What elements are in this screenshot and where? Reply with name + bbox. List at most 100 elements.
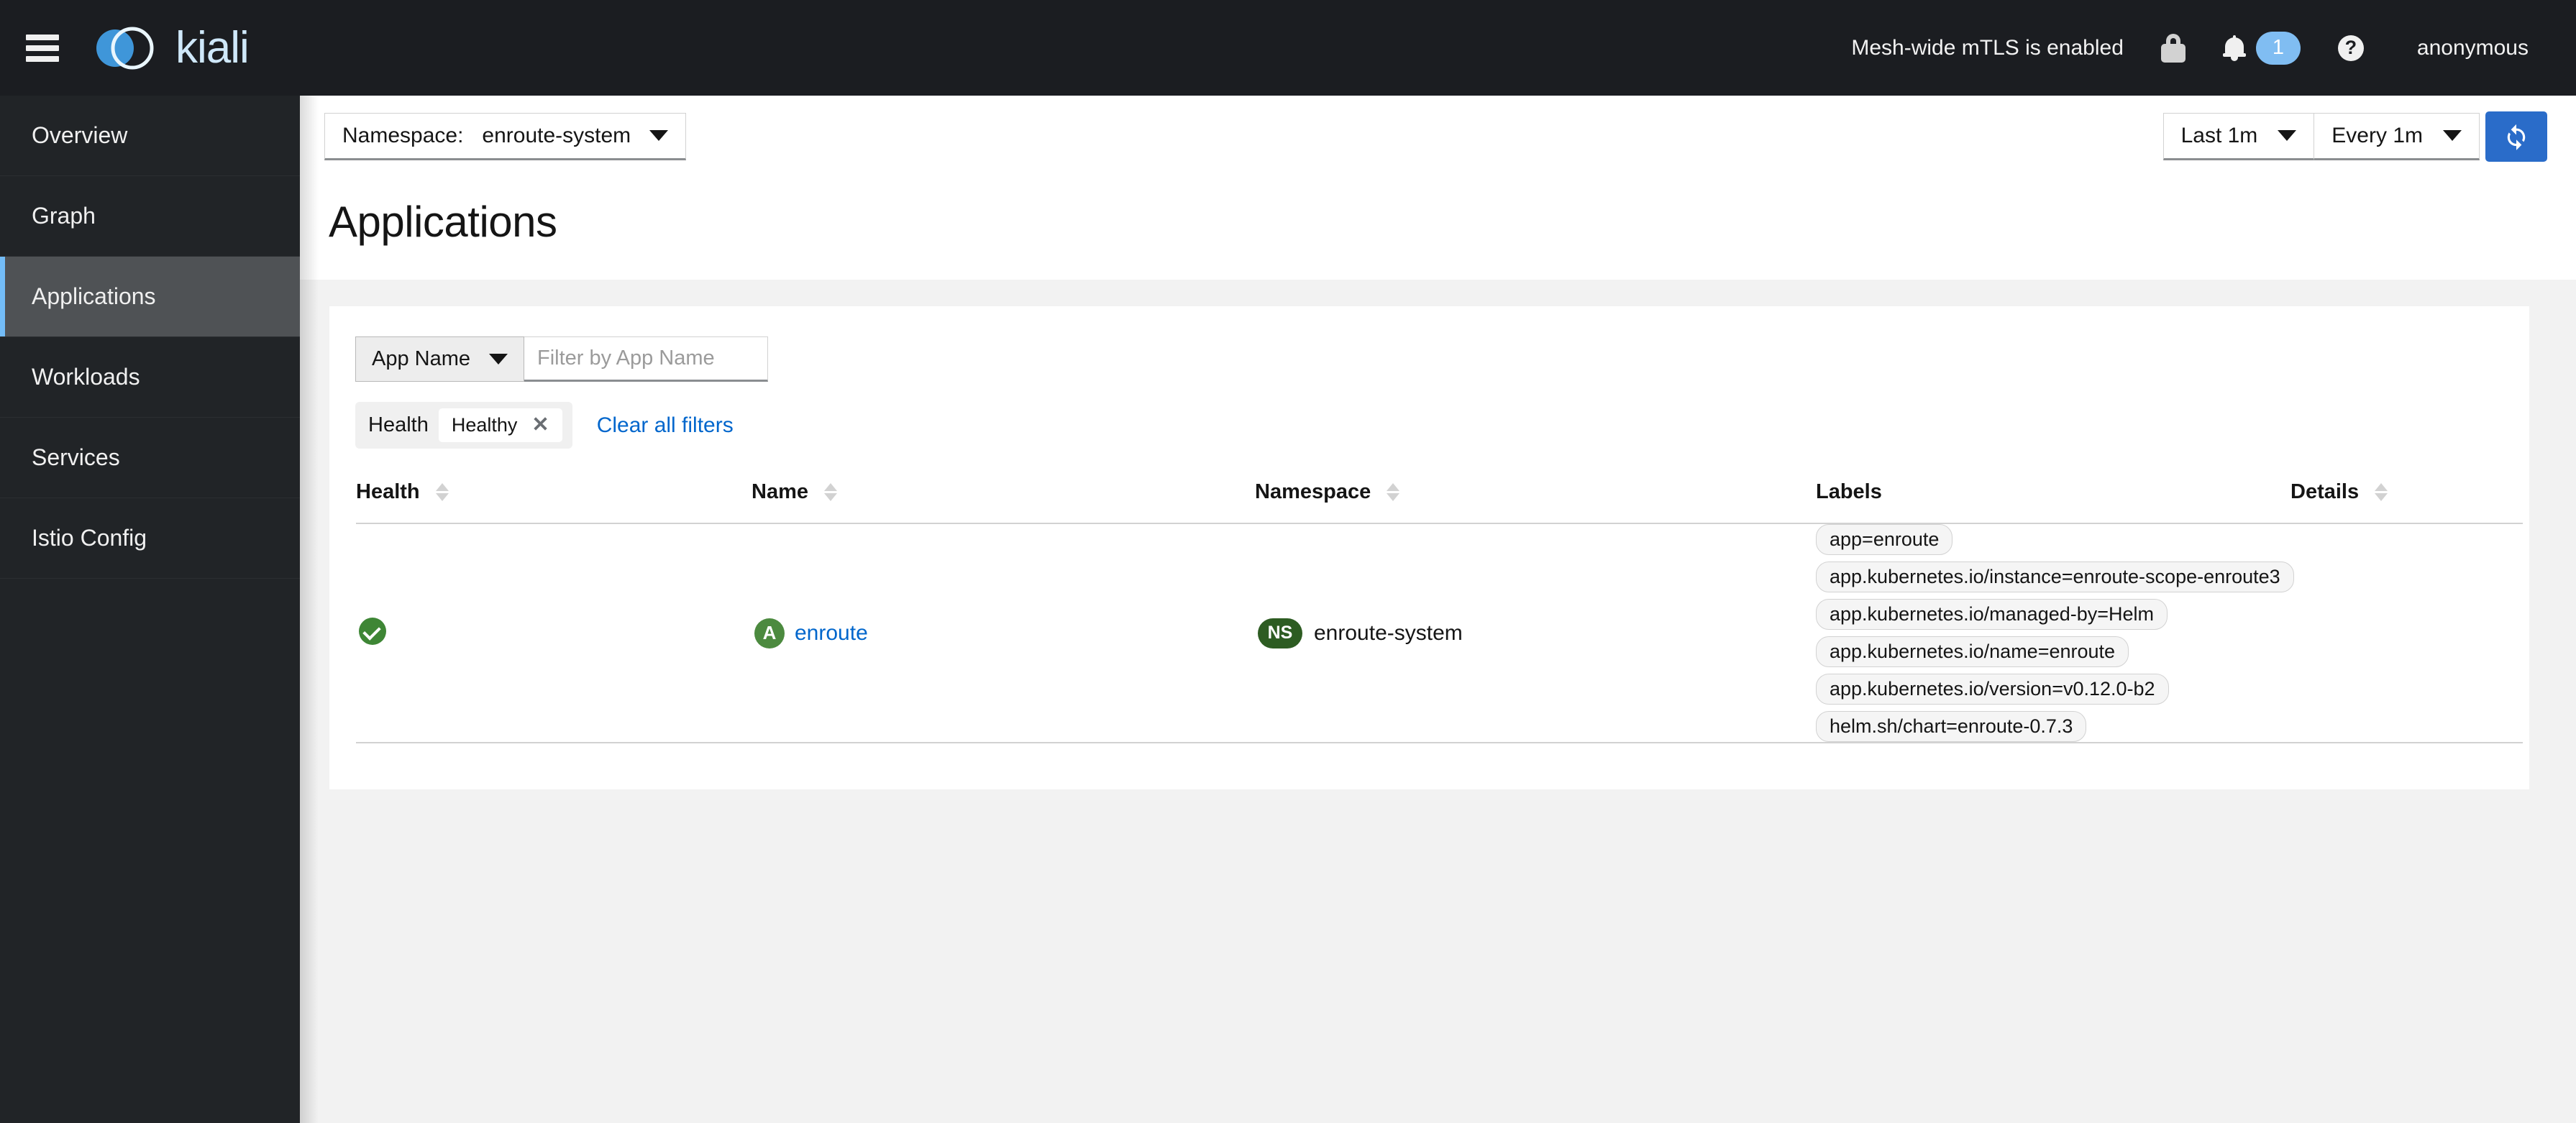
table-row[interactable]: A enroute NS enroute-system app=enroute … [356,523,2523,743]
label-chip: app.kubernetes.io/instance=enroute-scope… [1816,562,2294,592]
mtls-status: Mesh-wide mTLS is enabled [1832,0,2142,96]
kiali-logo-icon [96,27,154,69]
cell-details [2290,523,2523,743]
menu-toggle-icon[interactable] [26,34,59,62]
bell-icon [2222,35,2246,61]
namespace-name: enroute-system [1314,620,1463,645]
sidebar-item-label: Workloads [32,364,140,390]
sidebar-item-services[interactable]: Services [0,418,300,498]
table-header: Health Name Namespace Labels Details [356,480,2523,524]
app-badge-icon: A [754,618,785,648]
filter-bar: App Name [329,306,2529,382]
help-icon: ? [2337,35,2364,61]
user-menu[interactable]: anonymous [2383,0,2547,96]
namespace-selector[interactable]: Namespace: enroute-system [324,112,687,160]
sort-icon[interactable] [435,483,449,501]
table-body: A enroute NS enroute-system app=enroute … [356,523,2523,743]
table-header-row: Health Name Namespace Labels Details [356,480,2523,524]
brand-logo-link[interactable]: kiali [91,20,250,76]
namespace-value: enroute-system [482,123,631,147]
notification-count-badge: 1 [2255,31,2301,65]
clear-all-filters-link[interactable]: Clear all filters [597,413,734,438]
health-filter-group: Health Healthy ✕ [355,402,572,449]
label-chip: app=enroute [1816,524,1953,555]
column-header-label: Labels [1816,480,1882,503]
sidebar-item-label: Services [32,444,120,470]
column-details: Details [2290,480,2523,524]
sidebar-nav: Overview Graph Applications Workloads Se… [0,96,300,1123]
hamburger-bar [26,34,59,40]
column-header-label: Name [752,480,808,503]
masthead-utilities: Mesh-wide mTLS is enabled 1 ? anonymous [1832,0,2576,96]
hamburger-bar [26,45,59,51]
chevron-down-icon [2278,130,2297,141]
column-namespace: Namespace [1255,480,1816,524]
sidebar-item-applications[interactable]: Applications [0,257,300,337]
cell-labels: app=enroute app.kubernetes.io/instance=e… [1816,523,2294,743]
username-label: anonymous [2416,35,2529,60]
main-content: Namespace: enroute-system Last 1m Every … [300,96,2576,1123]
column-name: Name [752,480,1255,524]
refresh-button[interactable] [2485,111,2547,162]
sidebar-item-overview[interactable]: Overview [0,96,300,176]
toolbar-right-controls: Last 1m Every 1m [2162,111,2547,162]
close-icon[interactable]: ✕ [531,415,549,436]
filter-category-value: App Name [372,347,471,370]
time-range-selector[interactable]: Last 1m [2162,112,2315,160]
column-header-label: Namespace [1255,480,1371,503]
cell-name: A enroute [752,523,1255,743]
refresh-interval-selector[interactable]: Every 1m [2314,112,2480,160]
column-health: Health [356,480,752,524]
label-chip: app.kubernetes.io/managed-by=Helm [1816,599,2168,630]
brand-name: kiali [175,22,250,73]
mtls-status-text: Mesh-wide mTLS is enabled [1851,35,2124,60]
sidebar-item-label: Graph [32,203,96,229]
help-button[interactable]: ? [2319,0,2383,96]
column-header-label: Details [2290,480,2360,503]
sidebar-item-label: Applications [32,283,156,309]
filter-chip-label: Healthy [451,414,518,436]
health-healthy-icon [359,618,386,645]
refresh-interval-value: Every 1m [2331,123,2423,147]
app-name-link[interactable]: enroute [795,621,868,646]
page-title: Applications [329,198,557,246]
notifications-button[interactable]: 1 [2204,0,2319,96]
lock-icon [2160,33,2186,63]
sidebar-item-graph[interactable]: Graph [0,176,300,257]
filter-group-label: Health [368,413,429,436]
sidebar-item-label: Istio Config [32,525,147,551]
time-range-value: Last 1m [2180,123,2258,147]
active-filters-row: Health Healthy ✕ Clear all filters [329,382,2529,449]
hamburger-bar [26,55,59,62]
page-header: Applications [300,177,2576,280]
mtls-lock-button[interactable] [2142,0,2204,96]
column-labels: Labels [1816,480,2290,524]
namespace-badge-icon: NS [1258,618,1302,648]
applications-table: Health Name Namespace Labels Details A e… [356,480,2523,743]
namespace-label: Namespace: [342,123,464,147]
sort-icon[interactable] [824,483,837,501]
label-chip: app.kubernetes.io/version=v0.12.0-b2 [1816,674,2169,705]
chevron-down-icon [649,130,669,141]
masthead: kiali Mesh-wide mTLS is enabled 1 ? anon… [0,0,2576,96]
sidebar-item-istio-config[interactable]: Istio Config [0,498,300,579]
column-header-label: Health [356,480,420,503]
filter-category-select[interactable]: App Name [355,336,525,382]
page-toolbar: Namespace: enroute-system Last 1m Every … [300,96,2576,177]
label-chip: app.kubernetes.io/name=enroute [1816,636,2129,667]
sidebar-item-workloads[interactable]: Workloads [0,337,300,418]
sort-icon[interactable] [2375,483,2388,501]
cell-namespace: NS enroute-system [1255,523,1816,743]
filter-input[interactable] [524,336,769,382]
sidebar-item-label: Overview [32,122,128,148]
sort-icon[interactable] [1387,483,1400,501]
label-chip: helm.sh/chart=enroute-0.7.3 [1816,711,2087,742]
kiali-console: kiali Mesh-wide mTLS is enabled 1 ? anon… [0,0,2576,1123]
filter-chip-healthy[interactable]: Healthy ✕ [438,408,562,442]
content-area: App Name Health Healthy ✕ Clear all filt… [300,280,2576,789]
chevron-down-icon [2443,130,2462,141]
refresh-icon [2507,124,2526,150]
chevron-down-icon [489,354,508,365]
applications-card: App Name Health Healthy ✕ Clear all filt… [329,306,2529,789]
cell-health [356,523,752,743]
